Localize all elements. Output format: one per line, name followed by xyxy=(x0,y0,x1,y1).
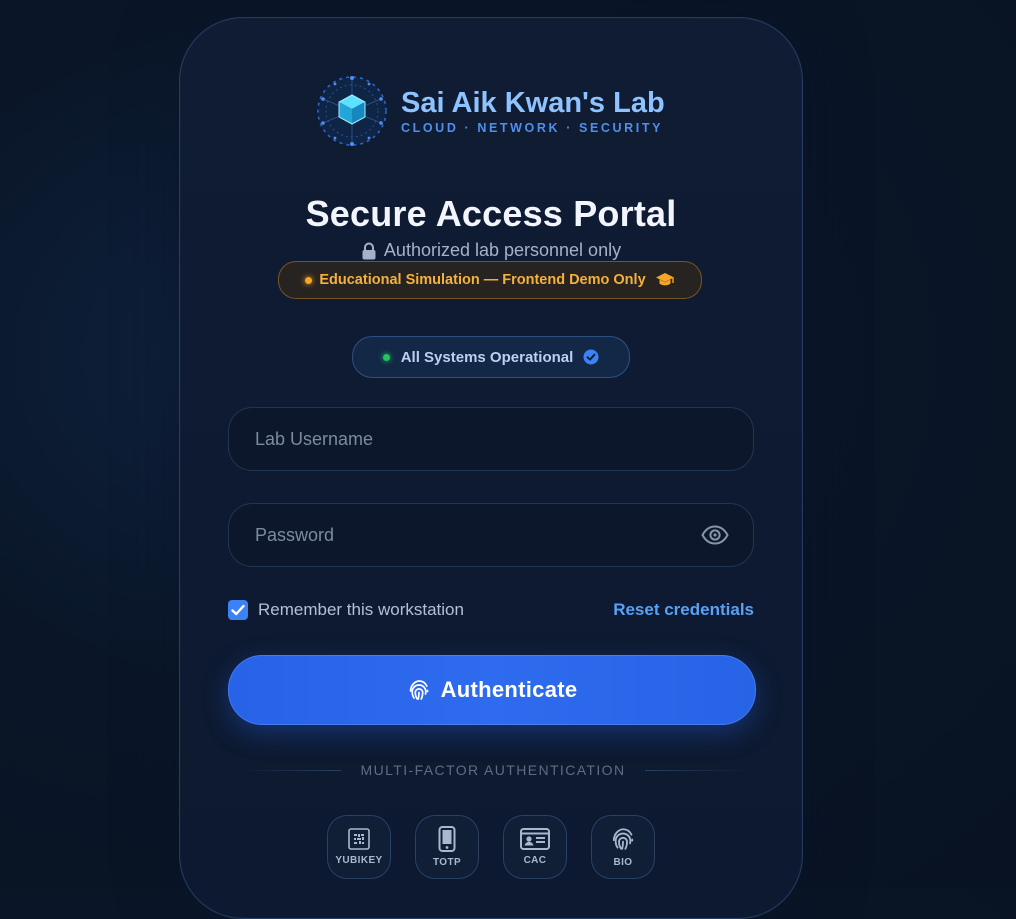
login-card: Sai Aik Kwan's Lab CLOUD · NETWORK · SEC… xyxy=(179,17,803,919)
username-field[interactable] xyxy=(228,407,754,471)
form-options-row: Remember this workstation Reset credenti… xyxy=(228,598,754,622)
username-input[interactable] xyxy=(253,427,729,451)
divider-line-right xyxy=(645,769,749,771)
status-badge: All Systems Operational xyxy=(352,336,630,378)
subtitle: Authorized lab personnel only xyxy=(180,240,802,261)
brand-tagline: CLOUD · NETWORK · SECURITY xyxy=(401,120,664,135)
mfa-heading: MULTI-FACTOR AUTHENTICATION xyxy=(360,762,626,778)
graduation-cap-icon xyxy=(655,273,674,286)
toggle-password-visibility[interactable] xyxy=(701,521,729,549)
notice-dot xyxy=(305,276,313,284)
divider-line-left xyxy=(238,769,341,771)
lock-icon xyxy=(362,242,376,259)
id-card-icon xyxy=(520,828,550,850)
mfa-cac-button[interactable]: CAC xyxy=(503,815,567,879)
checkmark-icon xyxy=(231,604,245,616)
authenticate-button[interactable]: Authenticate xyxy=(228,655,756,725)
brand-header: Sai Aik Kwan's Lab CLOUD · NETWORK · SEC… xyxy=(315,74,665,148)
mfa-bio-button[interactable]: BIO xyxy=(591,815,655,879)
network-cube-icon xyxy=(317,76,387,146)
mfa-totp-button[interactable]: TOTP xyxy=(415,815,479,879)
check-circle-icon xyxy=(583,349,599,365)
fingerprint-icon xyxy=(409,680,428,700)
brand-name: Sai Aik Kwan's Lab xyxy=(401,86,665,119)
smartphone-icon xyxy=(438,826,456,852)
fingerprint-icon xyxy=(612,828,634,850)
remember-checkbox[interactable] xyxy=(228,600,248,620)
qr-key-icon xyxy=(348,828,370,850)
password-input[interactable] xyxy=(253,523,701,547)
eye-icon xyxy=(701,525,729,545)
notice-text: Educational Simulation — Frontend Demo O… xyxy=(319,272,646,288)
mfa-yubikey-button[interactable]: YUBIKEY xyxy=(327,815,391,879)
mfa-totp-label: TOTP xyxy=(432,857,462,868)
password-field[interactable] xyxy=(228,503,754,567)
status-dot xyxy=(382,353,390,361)
mfa-yubikey-label: YUBIKEY xyxy=(335,855,383,866)
brand-text: Sai Aik Kwan's Lab CLOUD · NETWORK · SEC… xyxy=(401,86,665,135)
remember-workstation[interactable]: Remember this workstation xyxy=(228,600,464,620)
mfa-divider: MULTI-FACTOR AUTHENTICATION xyxy=(238,761,749,779)
subtitle-text: Authorized lab personnel only xyxy=(383,240,622,260)
mfa-cac-label: CAC xyxy=(523,855,547,866)
demo-notice-badge: Educational Simulation — Frontend Demo O… xyxy=(278,261,702,299)
status-text: All Systems Operational xyxy=(400,348,574,366)
mfa-bio-label: BIO xyxy=(613,857,633,868)
authenticate-label: Authenticate xyxy=(440,677,578,702)
reset-credentials-link[interactable]: Reset credentials xyxy=(613,600,754,620)
page-title: Secure Access Portal xyxy=(305,193,677,234)
remember-label: Remember this workstation xyxy=(258,600,464,619)
